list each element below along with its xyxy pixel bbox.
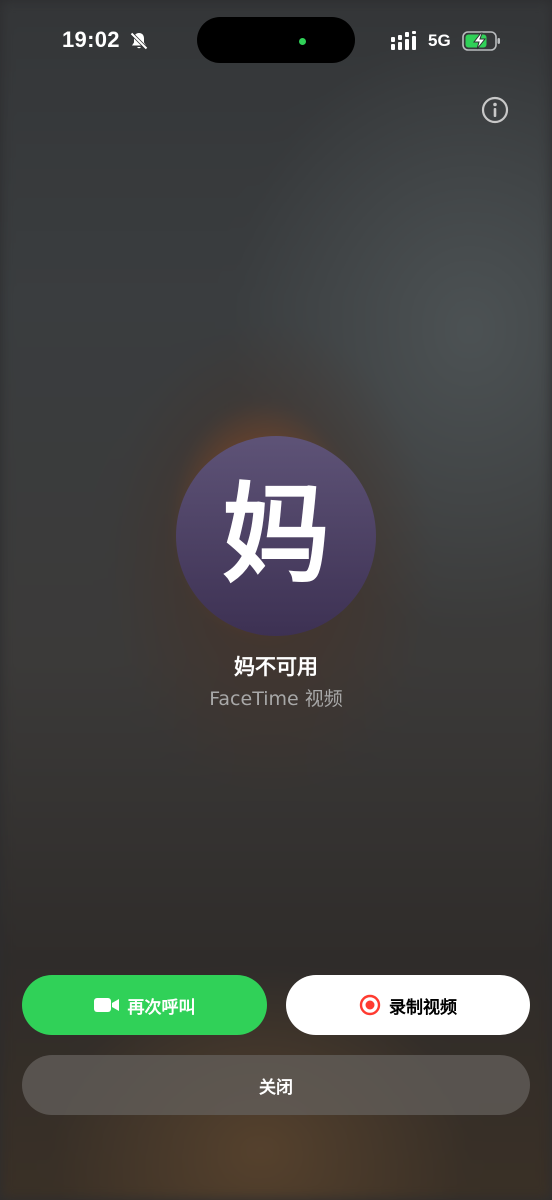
close-label: 关闭	[259, 1077, 293, 1098]
network-type: 5G	[428, 31, 451, 50]
call-again-label: 再次呼叫	[127, 997, 196, 1018]
avatar: 妈	[176, 436, 376, 636]
avatar-initial: 妈	[221, 473, 330, 598]
call-again-button[interactable]: 再次呼叫	[22, 975, 267, 1035]
battery-charging-icon	[462, 30, 502, 52]
close-button[interactable]: 关闭	[22, 1055, 530, 1115]
bell-slash-icon	[129, 31, 149, 51]
status-time: 19:02	[62, 27, 120, 52]
video-camera-icon	[93, 997, 120, 1013]
dynamic-island	[197, 17, 355, 63]
info-icon[interactable]	[481, 96, 509, 124]
record-video-label: 录制视频	[389, 997, 457, 1018]
caller-status: 妈不可用	[234, 655, 318, 679]
signal-icon	[391, 31, 421, 51]
status-bar: 19:02 5G	[0, 0, 552, 82]
record-icon	[359, 994, 381, 1016]
camera-indicator-icon	[299, 38, 306, 45]
record-video-button[interactable]: 录制视频	[286, 975, 530, 1035]
call-type-label: FaceTime 视频	[209, 688, 343, 710]
